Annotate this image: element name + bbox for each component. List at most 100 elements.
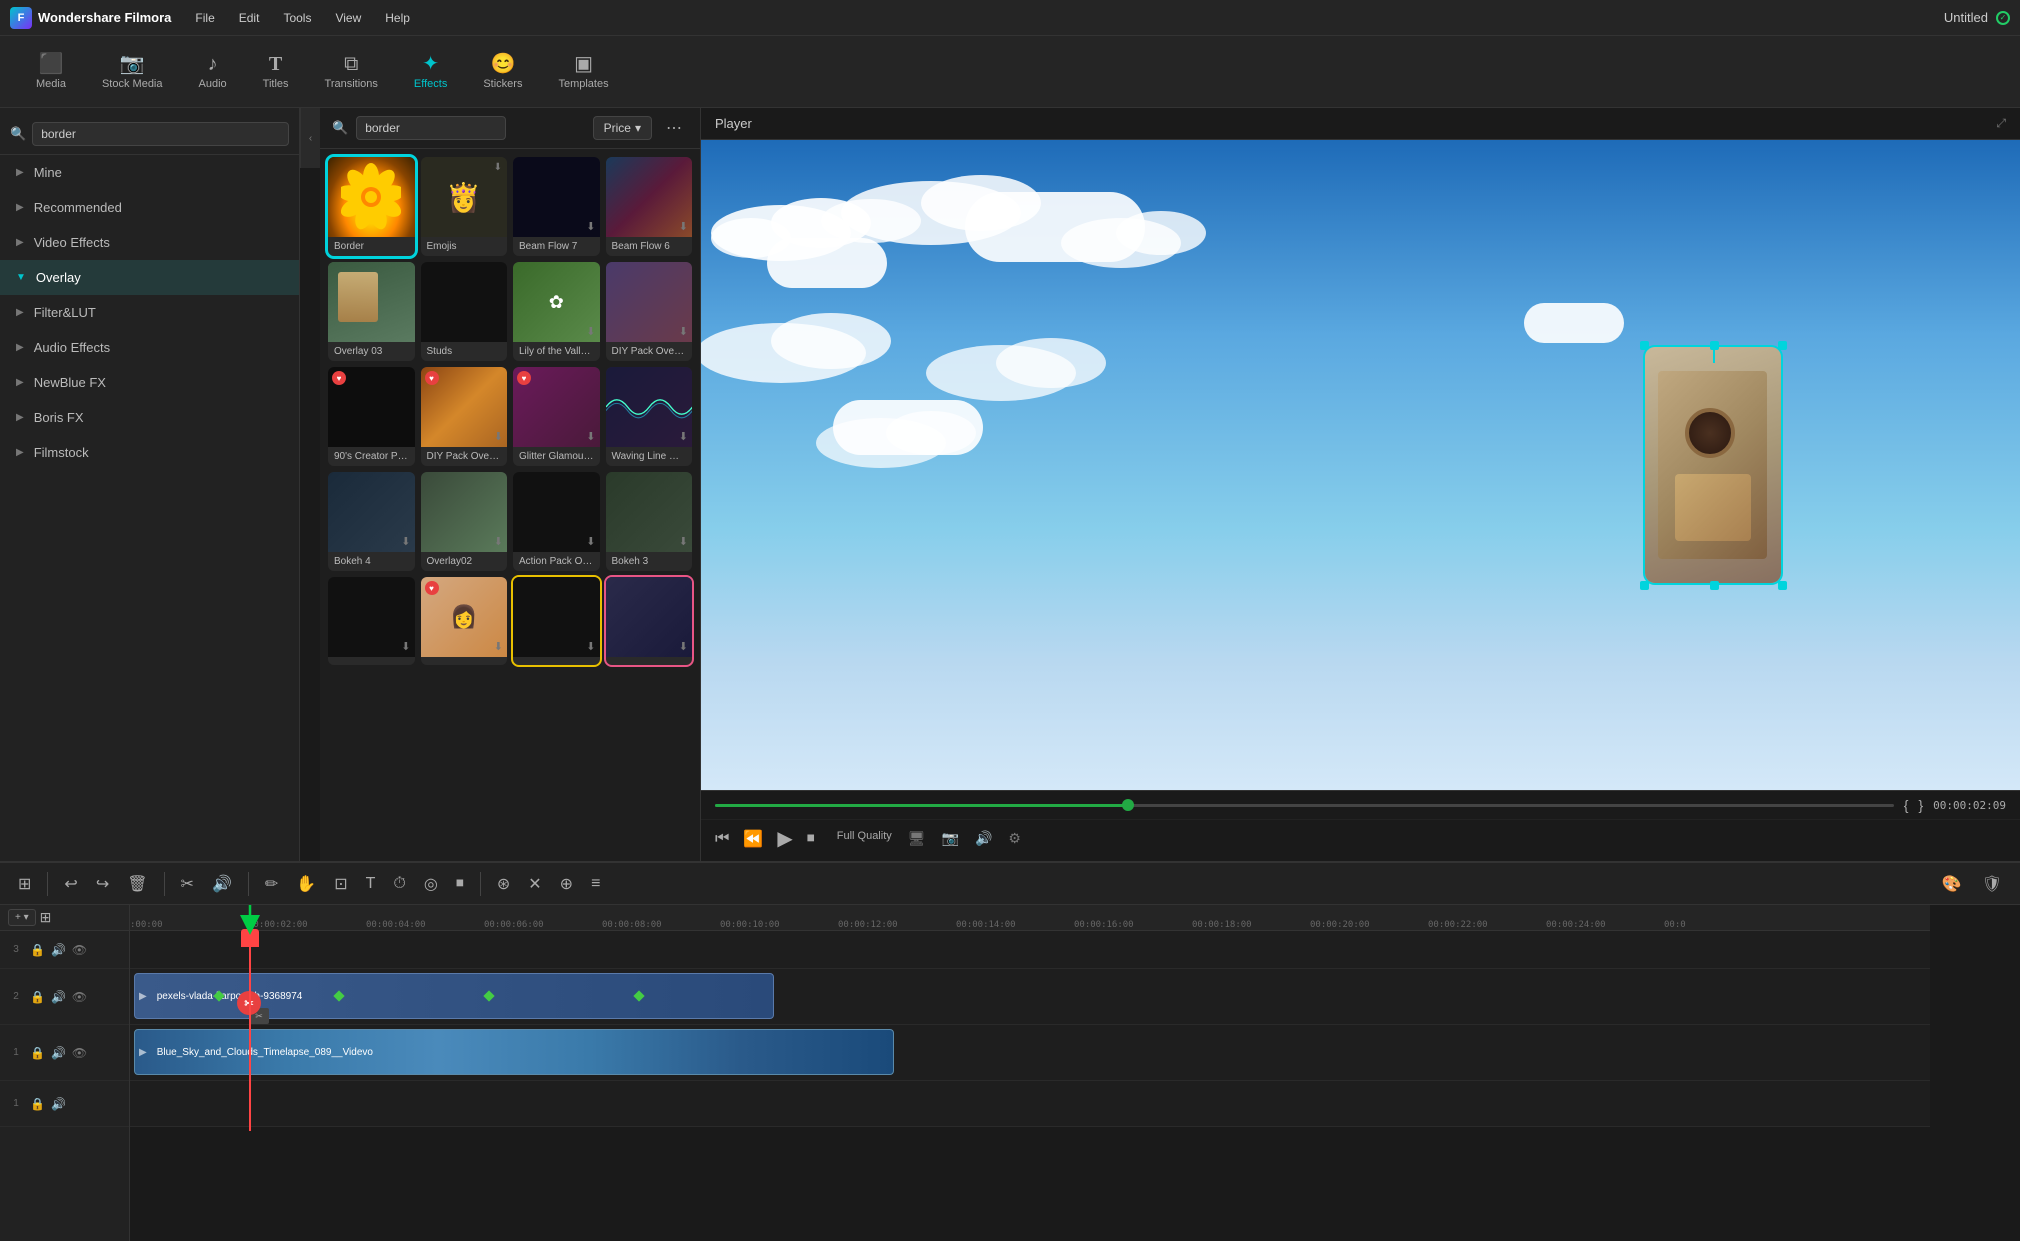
effects-search-input[interactable] xyxy=(356,116,506,140)
mark-in-button[interactable]: { xyxy=(1904,797,1909,813)
rewind-button[interactable]: ⏮ xyxy=(715,830,729,848)
handle-top-right[interactable] xyxy=(1778,341,1787,350)
track-mute-v3[interactable]: 🔊 xyxy=(51,943,66,957)
search-input[interactable] xyxy=(32,122,289,146)
play-button[interactable]: ▶ xyxy=(777,826,792,851)
cut-button[interactable]: ✂ xyxy=(175,870,200,898)
tool-stickers[interactable]: 😊 Stickers xyxy=(467,48,538,96)
add-button[interactable]: ⊕ xyxy=(554,870,579,898)
collapse-sidebar-button[interactable]: ‹ xyxy=(300,108,320,168)
audio-detach-button[interactable]: 🔊 xyxy=(206,870,238,898)
track-lock-a1[interactable]: 🔒 xyxy=(30,1097,45,1111)
tool-templates[interactable]: ▣ Templates xyxy=(542,48,624,96)
effect-card-girl[interactable]: ♥ 👩 ⬇ xyxy=(421,577,508,665)
track-row-a1[interactable] xyxy=(130,1081,1930,1127)
effect-card-dark1[interactable]: ⬇ xyxy=(328,577,415,665)
sidebar-item-overlay[interactable]: ▼ Overlay xyxy=(0,260,299,295)
timing-button[interactable]: ⏱ xyxy=(387,871,411,897)
sidebar-item-mine[interactable]: ▶ Mine xyxy=(0,155,299,190)
effect-card-90s[interactable]: ♥ 90's Creator Pack Ove... xyxy=(328,367,415,466)
sidebar-item-filmstock[interactable]: ▶ Filmstock xyxy=(0,435,299,470)
crop-button[interactable]: ✋ xyxy=(290,870,322,898)
handle-bottom-mid[interactable] xyxy=(1710,581,1719,590)
track-lock-v1[interactable]: 🔒 xyxy=(30,1046,45,1060)
add-track-button[interactable]: + ▾ xyxy=(8,909,36,926)
track-mute-a1[interactable]: 🔊 xyxy=(51,1097,66,1111)
tool-transitions[interactable]: ⧉ Transitions xyxy=(309,48,394,96)
delete-button[interactable]: 🗑 xyxy=(121,870,153,898)
menu-view[interactable]: View xyxy=(331,9,365,27)
effect-card-overlay02[interactable]: ⬇ Overlay02 xyxy=(421,472,508,571)
track-row-v3[interactable] xyxy=(130,931,1930,969)
mark-out-button[interactable]: } xyxy=(1918,797,1923,813)
effect-card-dark2[interactable]: ⬇ xyxy=(513,577,600,665)
undo-button[interactable]: ↩ xyxy=(58,870,83,898)
track-visible-v3[interactable]: 👁 xyxy=(72,943,87,957)
tool-media[interactable]: ⬛ Media xyxy=(20,48,82,96)
effect-card-diy02[interactable]: ⬇ DIY Pack Overlay 02 xyxy=(606,262,693,361)
effect-card-overlay03[interactable]: Overlay 03 xyxy=(328,262,415,361)
clip-v2[interactable]: ▶ pexels-vlada-karpov-ch-9368974 xyxy=(134,973,774,1019)
track-visible-v2[interactable]: 👁 xyxy=(72,990,87,1004)
effect-card-lily[interactable]: ✿ ⬇ Lily of the Valley Pack... xyxy=(513,262,600,361)
sidebar-item-boris-fx[interactable]: ▶ Boris FX xyxy=(0,400,299,435)
tool-effects[interactable]: ✦ Effects xyxy=(398,48,463,96)
track-mute-v2[interactable]: 🔊 xyxy=(51,990,66,1004)
text-button[interactable]: T xyxy=(360,871,382,897)
color-grading-button[interactable]: 🎨 xyxy=(1936,870,1968,898)
menu-tools[interactable]: Tools xyxy=(279,9,315,27)
effect-card-bokeh4[interactable]: ⬇ Bokeh 4 xyxy=(328,472,415,571)
handle-bottom-right[interactable] xyxy=(1778,581,1787,590)
more-options-button[interactable]: ⋯ xyxy=(660,116,688,140)
sidebar-item-audio-effects[interactable]: ▶ Audio Effects xyxy=(0,330,299,365)
handle-top-left[interactable] xyxy=(1640,341,1649,350)
effect-card-dark3[interactable]: ⬇ xyxy=(606,577,693,665)
track-row-v1[interactable]: ▶ Blue_Sky_and_Clouds_Timelapse_089__Vid… xyxy=(130,1025,1930,1081)
track-visible-v1[interactable]: 👁 xyxy=(72,1046,87,1060)
pen-button[interactable]: ✏ xyxy=(259,870,284,898)
effect-card-beam7[interactable]: ⬇ Beam Flow 7 xyxy=(513,157,600,256)
quality-select[interactable]: Full Quality xyxy=(837,830,892,847)
player-viewport[interactable] xyxy=(701,140,2020,790)
ripple-button[interactable]: ⊛ xyxy=(491,870,516,898)
sidebar-item-video-effects[interactable]: ▶ Video Effects xyxy=(0,225,299,260)
effect-card-diy03[interactable]: ♥ ⬇ DIY Pack Overlay 03 xyxy=(421,367,508,466)
volume-icon[interactable]: 🔊 xyxy=(975,830,992,847)
redo-button[interactable]: ↪ xyxy=(90,870,115,898)
effect-card-wave[interactable]: ⬇ Waving Line With Ai P... xyxy=(606,367,693,466)
track-mute-v1[interactable]: 🔊 xyxy=(51,1046,66,1060)
progress-thumb[interactable] xyxy=(1122,799,1134,811)
settings-icon[interactable]: ⚙ xyxy=(1008,830,1021,847)
effect-card-emojis[interactable]: 👸 ⬇ Emojis xyxy=(421,157,508,256)
sidebar-item-filter-lut[interactable]: ▶ Filter&LUT xyxy=(0,295,299,330)
close-gap-button[interactable]: ✕ xyxy=(522,870,547,898)
effect-card-studs[interactable]: Studs xyxy=(421,262,508,361)
tool-titles[interactable]: T Titles xyxy=(247,48,305,96)
transform-button[interactable]: ⊡ xyxy=(328,870,353,898)
progress-track[interactable] xyxy=(715,804,1894,807)
track-row-v2[interactable]: ▶ pexels-vlada-karpov-ch-9368974 ✂ xyxy=(130,969,1930,1025)
track-lock-v2[interactable]: 🔒 xyxy=(30,990,45,1004)
track-settings-button[interactable]: ⊞ xyxy=(40,909,52,926)
more-button[interactable]: ≡ xyxy=(585,871,606,897)
clip-v1[interactable]: ▶ Blue_Sky_and_Clouds_Timelapse_089__Vid… xyxy=(134,1029,894,1075)
sidebar-item-newblue-fx[interactable]: ▶ NewBlue FX xyxy=(0,365,299,400)
effect-card-actionpack[interactable]: ⬇ Action Pack Overlay 4 xyxy=(513,472,600,571)
stop-button[interactable]: ⏹ xyxy=(807,830,815,848)
tool-audio[interactable]: ♪ Audio xyxy=(183,48,243,96)
timeline-content[interactable]: :00:00 00:00:02:00 00:00:04:00 00:00:06:… xyxy=(130,905,2020,1241)
player-expand-button[interactable]: ⤢ xyxy=(1996,116,2006,131)
layout-button[interactable]: ⊞ xyxy=(12,870,37,898)
step-back-button[interactable]: ⏪ xyxy=(743,829,763,849)
effect-card-border[interactable]: Border xyxy=(328,157,415,256)
effect-card-beam6[interactable]: ⬇ Beam Flow 6 xyxy=(606,157,693,256)
menu-file[interactable]: File xyxy=(191,9,218,27)
sidebar-item-recommended[interactable]: ▶ Recommended xyxy=(0,190,299,225)
freeze-button[interactable]: ⏹ xyxy=(450,871,470,897)
snapshot-icon[interactable]: 📷 xyxy=(942,830,959,847)
effect-card-bokeh3[interactable]: ⬇ Bokeh 3 xyxy=(606,472,693,571)
track-lock-v3[interactable]: 🔒 xyxy=(30,943,45,957)
menu-edit[interactable]: Edit xyxy=(235,9,264,27)
price-filter-button[interactable]: Price ▾ xyxy=(593,116,652,140)
stabilize-button[interactable]: ◎ xyxy=(418,870,444,898)
